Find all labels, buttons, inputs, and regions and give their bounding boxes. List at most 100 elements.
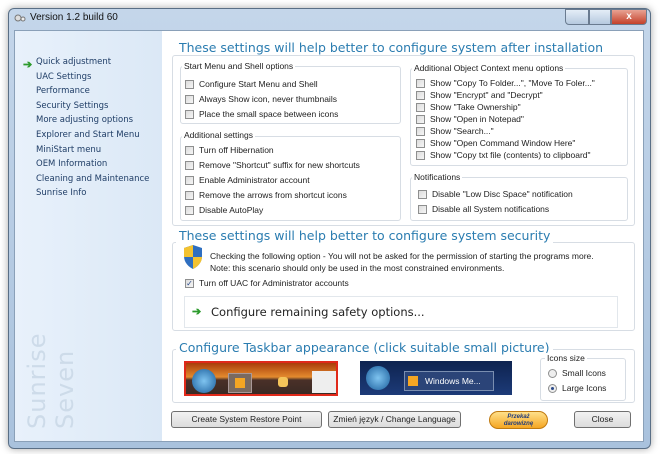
context-option[interactable]: Show "Open Command Window Here"	[416, 138, 575, 148]
start_menu-option[interactable]: Place the small space between icons	[185, 109, 338, 119]
radio-label: Small Icons	[562, 368, 606, 378]
minimize-button[interactable]	[565, 9, 589, 25]
sidebar-item[interactable]: Explorer and Start Menu	[36, 130, 140, 140]
checkbox[interactable]	[185, 79, 194, 89]
additional-option[interactable]: Disable AutoPlay	[185, 205, 263, 215]
checkbox-label: Show "Copy To Folder...", "Move To Foler…	[430, 78, 595, 88]
security-title: These settings will help better to confi…	[176, 228, 554, 243]
app-icon	[14, 14, 26, 22]
additional-option[interactable]: Remove the arrows from shortcut icons	[185, 190, 347, 200]
small-icons-radio[interactable]: Small Icons	[548, 368, 606, 378]
checkbox[interactable]	[418, 189, 427, 199]
checkbox[interactable]	[185, 160, 194, 170]
create-restore-point-button[interactable]: Create System Restore Point	[171, 411, 322, 428]
uac-shield-icon	[184, 245, 202, 269]
sidebar-item[interactable]: Security Settings	[36, 101, 108, 111]
checkbox[interactable]	[418, 204, 427, 214]
checkbox-label: Place the small space between icons	[199, 109, 339, 119]
close-window-button[interactable]: x	[611, 9, 647, 25]
window-title: Version 1.2 build 60	[30, 12, 118, 23]
context-option[interactable]: Show "Copy To Folder...", "Move To Foler…	[416, 78, 595, 88]
checkbox-label: Remove "Shortcut" suffix for new shortcu…	[199, 160, 360, 170]
additional-option[interactable]: Turn off Hibernation	[185, 145, 274, 155]
additional-settings-title: Additional settings	[182, 130, 255, 140]
checkbox-label: Turn off Hibernation	[199, 145, 274, 155]
notifications-group	[410, 177, 628, 221]
icons-size-group	[540, 358, 626, 401]
maximize-button[interactable]	[589, 9, 611, 25]
start-orb-icon	[366, 366, 390, 390]
checkbox-label: Disable "Low Disc Space" notification	[432, 189, 573, 199]
radio[interactable]	[548, 368, 557, 378]
checkbox[interactable]	[416, 114, 425, 124]
checkbox-label: Turn off UAC for Administrator accounts	[199, 278, 349, 288]
checkbox[interactable]	[185, 175, 194, 185]
notifications-title: Notifications	[412, 172, 463, 182]
context-option[interactable]: Show "Encrypt" and "Decrypt"	[416, 90, 543, 100]
sidebar-item[interactable]: MiniStart menu	[36, 145, 101, 155]
notifications-option[interactable]: Disable "Low Disc Space" notification	[418, 189, 573, 199]
radio-label: Large Icons	[562, 383, 607, 393]
context-menu-title: Additional Object Context menu options	[412, 63, 566, 73]
additional-option[interactable]: Remove "Shortcut" suffix for new shortcu…	[185, 160, 360, 170]
checkbox-label: Disable all System notifications	[432, 204, 550, 214]
checkbox[interactable]	[416, 102, 425, 112]
checkbox-label: Disable AutoPlay	[199, 205, 264, 215]
media-player-icon	[408, 376, 418, 386]
active-arrow-icon: ➔	[23, 59, 33, 71]
taskbar-style-warm-preview[interactable]	[184, 361, 338, 396]
large-icons-radio[interactable]: Large Icons	[548, 383, 606, 393]
security-note-line1: Checking the following option - You will…	[210, 251, 594, 261]
close-button[interactable]: Close	[574, 411, 631, 428]
paint-icon	[312, 371, 336, 393]
checkbox[interactable]	[185, 94, 194, 104]
green-arrow-icon: ➔	[192, 306, 202, 318]
install-settings-title: These settings will help better to confi…	[176, 40, 607, 55]
checkbox[interactable]: ✓	[185, 278, 194, 288]
checkbox-label: Show "Open in Notepad"	[430, 114, 524, 124]
checkbox[interactable]	[185, 205, 194, 215]
sidebar-item[interactable]: Sunrise Info	[36, 188, 86, 198]
checkbox-label: Show "Open Command Window Here"	[430, 138, 576, 148]
configure-safety-link[interactable]: ➔ Configure remaining safety options...	[184, 296, 618, 328]
context-option[interactable]: Show "Copy txt file (contents) to clipbo…	[416, 150, 591, 160]
additional-option[interactable]: Enable Administrator account	[185, 175, 310, 185]
checkbox-label: Always Show icon, never thumbnails	[199, 94, 337, 104]
checkbox[interactable]	[416, 150, 425, 160]
start_menu-option[interactable]: Always Show icon, never thumbnails	[185, 94, 337, 104]
notifications-option[interactable]: Disable all System notifications	[418, 204, 549, 214]
checkbox-label: Enable Administrator account	[199, 175, 310, 185]
checkbox[interactable]	[416, 126, 425, 136]
checkbox[interactable]	[416, 90, 425, 100]
sidebar-item[interactable]: Cleaning and Maintenance	[36, 174, 149, 184]
checkbox[interactable]	[416, 78, 425, 88]
checkbox-label: Show "Take Ownership"	[430, 102, 521, 112]
uac-checkbox[interactable]: ✓ Turn off UAC for Administrator accounts	[185, 278, 349, 288]
icons-size-title: Icons size	[545, 353, 587, 363]
checkbox[interactable]	[185, 190, 194, 200]
sidebar-item[interactable]: OEM Information	[36, 159, 107, 169]
sidebar-item[interactable]: Quick adjustment	[36, 57, 111, 67]
checkbox-label: Show "Encrypt" and "Decrypt"	[430, 90, 543, 100]
media-player-icon	[228, 373, 252, 393]
taskbar-style-blue-preview[interactable]: Windows Me...	[360, 361, 512, 395]
checkbox[interactable]	[416, 138, 425, 148]
context-option[interactable]: Show "Take Ownership"	[416, 102, 521, 112]
sidebar-item[interactable]: Performance	[36, 86, 90, 96]
context-option[interactable]: Show "Search..."	[416, 126, 494, 136]
sidebar-item[interactable]: UAC Settings	[36, 72, 91, 82]
taskbar-title: Configure Taskbar appearance (click suit…	[176, 340, 553, 355]
start-orb-icon	[192, 369, 216, 393]
context-option[interactable]: Show "Open in Notepad"	[416, 114, 524, 124]
checkbox-label: Configure Start Menu and Shell	[199, 79, 318, 89]
configure-safety-label: Configure remaining safety options...	[211, 305, 425, 319]
sidebar-item[interactable]: More adjusting options	[36, 115, 133, 125]
change-language-button[interactable]: Zmień język / Change Language	[328, 411, 461, 428]
start_menu-option[interactable]: Configure Start Menu and Shell	[185, 79, 318, 89]
donate-button[interactable]: Przekaż darowiznę	[489, 411, 548, 429]
radio[interactable]	[548, 383, 557, 393]
security-note-line2: Note: this scenario should only be used …	[210, 263, 505, 273]
checkbox[interactable]	[185, 145, 194, 155]
checkbox-label: Show "Copy txt file (contents) to clipbo…	[430, 150, 591, 160]
checkbox[interactable]	[185, 109, 194, 119]
